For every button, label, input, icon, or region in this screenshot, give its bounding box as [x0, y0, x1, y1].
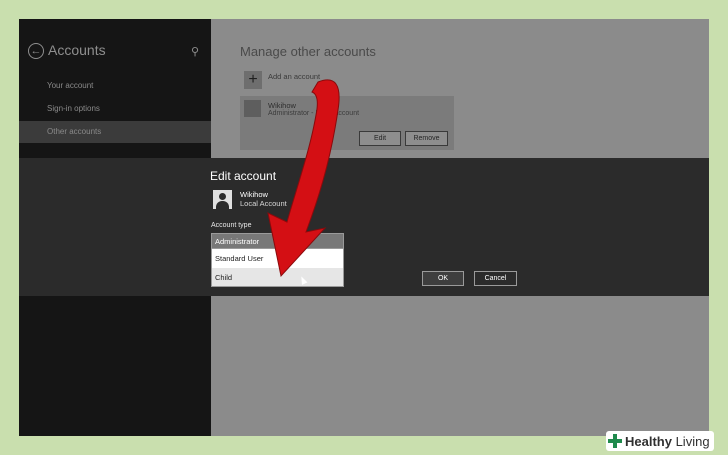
annotation-arrow-icon [267, 79, 340, 278]
brand-name: Healthy Living [625, 433, 710, 449]
healthy-living-watermark: Healthy Living [606, 431, 714, 451]
plus-cross-logo-icon [608, 434, 622, 448]
